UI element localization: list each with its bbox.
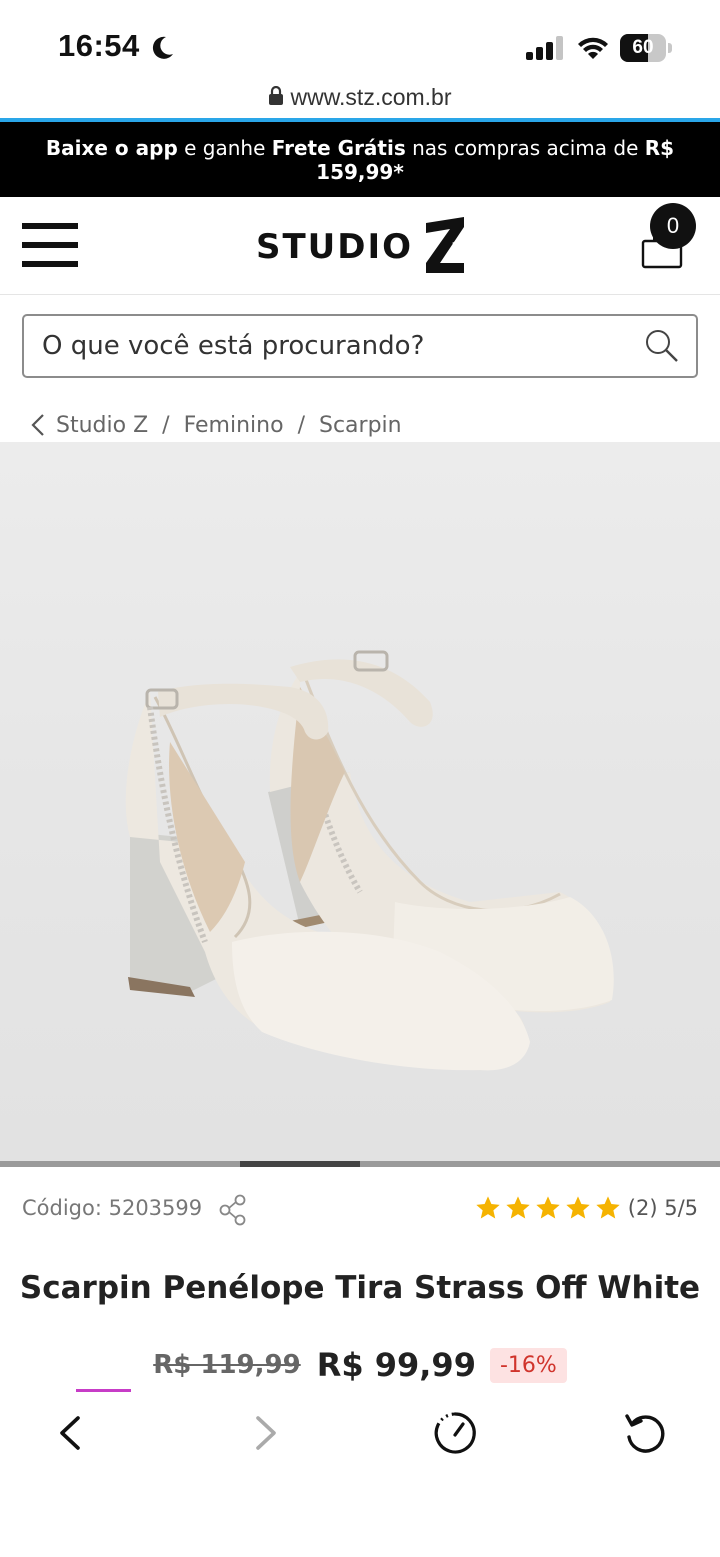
browser-toolbar: [0, 1392, 720, 1557]
rating-text: (2) 5/5: [627, 1196, 698, 1220]
image-carousel-indicator[interactable]: [0, 1161, 720, 1167]
back-icon[interactable]: [48, 1410, 94, 1456]
search-icon[interactable]: [644, 328, 680, 364]
speed-icon[interactable]: [432, 1410, 478, 1456]
promo-text-1: e ganhe: [177, 136, 272, 160]
discount-badge: -16%: [489, 1347, 567, 1383]
logo-text: STUDIO: [256, 227, 414, 267]
star-icon: [566, 1196, 590, 1219]
old-price: R$ 119,99: [153, 1350, 301, 1380]
search-box: [22, 314, 698, 378]
address-bar[interactable]: www.stz.com.br: [0, 84, 720, 120]
lock-icon: [269, 85, 284, 105]
battery-level: 60: [632, 37, 654, 58]
forward-icon[interactable]: [242, 1410, 288, 1456]
star-icon: [476, 1196, 500, 1219]
search-input[interactable]: [42, 316, 632, 376]
url-text: www.stz.com.br: [290, 84, 452, 110]
product-info-row: Código: 5203599 (2) 5/5: [22, 1192, 698, 1232]
product-rating[interactable]: (2) 5/5: [474, 1194, 698, 1222]
site-header: STUDIO 0: [0, 197, 720, 295]
carousel-active-indicator: [240, 1161, 360, 1167]
promo-banner[interactable]: Baixe o app e ganhe Frete Grátis nas com…: [0, 122, 720, 197]
breadcrumb-feminino[interactable]: Feminino: [184, 413, 284, 438]
cart-count-badge[interactable]: 0: [650, 203, 696, 249]
logo-z-mark: [426, 217, 464, 273]
status-bar: 16:54 60: [0, 0, 720, 84]
current-price: R$ 99,99: [316, 1346, 476, 1384]
star-icon: [506, 1196, 530, 1219]
promo-app-text: Baixe o app: [45, 136, 178, 160]
breadcrumb-separator: /: [162, 412, 170, 438]
breadcrumb: Studio Z / Feminino / Scarpin: [30, 408, 402, 442]
signal-icon: [526, 36, 563, 60]
logo[interactable]: STUDIO: [256, 215, 466, 275]
product-title: Scarpin Penélope Tira Strass Off White: [19, 1270, 701, 1306]
price-row: R$ 119,99 R$ 99,99 -16%: [0, 1342, 720, 1388]
promo-free-shipping: Frete Grátis: [271, 136, 406, 160]
product-image[interactable]: [0, 442, 720, 1162]
star-icon: [536, 1196, 560, 1219]
chevron-left-icon[interactable]: [30, 413, 46, 437]
star-icon: [596, 1196, 620, 1219]
breadcrumb-scarpin[interactable]: Scarpin: [319, 413, 402, 438]
wifi-icon: [578, 37, 608, 59]
product-code: Código: 5203599: [22, 1196, 203, 1220]
share-icon[interactable]: [218, 1194, 248, 1226]
breadcrumb-studio-z[interactable]: Studio Z: [56, 413, 148, 438]
battery-icon: 60: [620, 34, 672, 62]
rating-stars: [474, 1194, 624, 1222]
moon-icon: [152, 36, 173, 59]
product-photo: [125, 650, 614, 1071]
menu-icon[interactable]: [22, 223, 78, 267]
breadcrumb-separator: /: [297, 412, 305, 438]
refresh-icon[interactable]: [622, 1410, 668, 1456]
promo-text-2: nas compras acima de: [405, 136, 645, 160]
status-time: 16:54: [58, 28, 140, 63]
